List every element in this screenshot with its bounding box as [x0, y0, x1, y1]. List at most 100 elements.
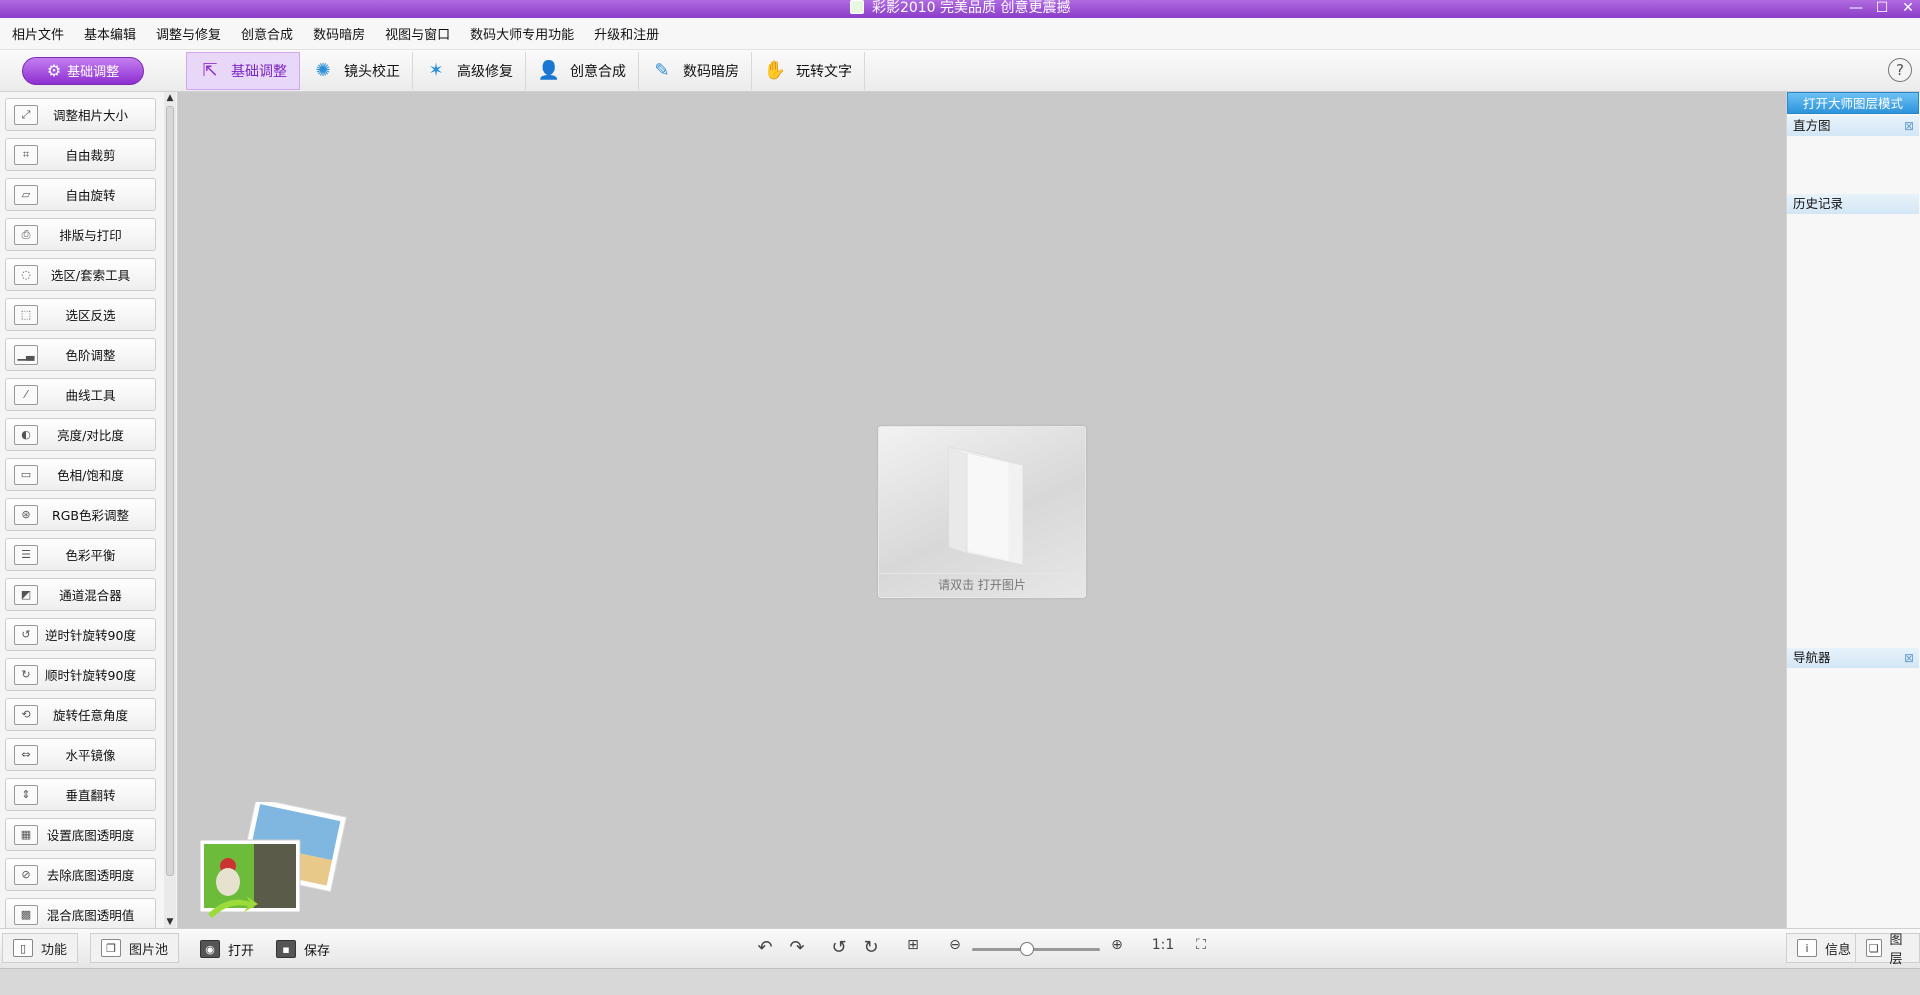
tool-rotate-any[interactable]: ⟲ 旋转任意角度 — [5, 698, 156, 731]
camera-icon: ◉ — [200, 940, 220, 958]
tool-flip-vertical[interactable]: ⇕ 垂直翻转 — [5, 778, 156, 811]
menu-view-window[interactable]: 视图与窗口 — [385, 24, 450, 43]
actual-size-button[interactable]: 1:1 — [1148, 937, 1178, 953]
master-layer-mode-button[interactable]: 打开大师图层模式 — [1787, 92, 1919, 114]
tool-curves[interactable]: ⁄ 曲线工具 — [5, 378, 156, 411]
tab-lens-correction[interactable]: ✺ 镜头校正 — [300, 51, 413, 90]
navigator-title: 导航器 — [1793, 650, 1831, 665]
person-icon: 👤 — [537, 60, 561, 81]
zoom-in-icon[interactable]: ⊕ — [1106, 937, 1128, 953]
tab-label: 基础调整 — [231, 63, 287, 80]
tool-rgb-color[interactable]: ⊛ RGB色彩调整 — [5, 498, 156, 531]
flip-icon: ⇕ — [14, 784, 38, 805]
mode-button[interactable]: ⚙ 基础调整 — [22, 56, 144, 85]
open-image-placeholder[interactable]: 请双击 打开图片 — [878, 426, 1086, 598]
tool-brightness-contrast[interactable]: ◐ 亮度/对比度 — [5, 418, 156, 451]
fit-screen-icon[interactable]: ⛶ — [1190, 937, 1212, 953]
photo-pool-tab[interactable]: ❐ 图片池 — [90, 933, 180, 963]
tool-selection-lasso[interactable]: ◌ 选区/套索工具 — [5, 258, 156, 291]
magic-wand-icon: ✶ — [428, 60, 444, 81]
lasso-icon: ◌ — [14, 264, 38, 285]
tool-mirror-horizontal[interactable]: ⇔ 水平镜像 — [5, 738, 156, 771]
tool-rotate-cw-90[interactable]: ↻ 顺时针旋转90度 — [5, 658, 156, 691]
menu-file[interactable]: 相片文件 — [12, 24, 64, 43]
rotate-ccw-icon: ↺ — [14, 624, 38, 645]
tool-resize[interactable]: ⤢ 调整相片大小 — [5, 98, 156, 131]
menu-basic-edit[interactable]: 基本编辑 — [84, 24, 136, 43]
zoom-out-icon[interactable]: ⊖ — [944, 937, 966, 953]
info-icon: i — [1797, 939, 1817, 957]
tool-invert-selection[interactable]: ⬚ 选区反选 — [5, 298, 156, 331]
tool-channel-mixer[interactable]: ◩ 通道混合器 — [5, 578, 156, 611]
navigator-panel-header: 导航器 ⊠ — [1787, 648, 1919, 668]
rotate-left-icon[interactable]: ↺ — [828, 937, 850, 958]
tool-hue-saturation[interactable]: ▭ 色相/饱和度 — [5, 458, 156, 491]
menu-master-functions[interactable]: 数码大师专用功能 — [470, 24, 574, 43]
open-hint: 请双击 打开图片 — [879, 573, 1085, 597]
help-button[interactable]: ? — [1888, 58, 1912, 82]
tab-label: 数码暗房 — [683, 63, 739, 80]
photo-pool-icon[interactable] — [198, 802, 348, 922]
save-button[interactable]: ▪ 保存 — [276, 937, 330, 961]
gears-icon: ⚙ — [46, 61, 62, 80]
crop-icon: ⌗ — [14, 144, 38, 165]
printer-icon: ⎙ — [14, 224, 38, 245]
tool-levels[interactable]: ▁▃ 色阶调整 — [5, 338, 156, 371]
close-icon[interactable]: ⊠ — [1904, 648, 1914, 668]
tool-mix-opacity[interactable]: ▩ 混合底图透明值 — [5, 898, 156, 931]
tab-basic-adjust[interactable]: ⇱ 基础调整 — [186, 51, 300, 90]
main-toolbar: ⚙ 基础调整 ⇱ 基础调整 ✺ 镜头校正 ✶ 高级修复 👤 创意合成 ✎ 数码暗… — [0, 50, 1920, 92]
window-title: 彩影2010 完美品质 创意更震撼 — [871, 0, 1071, 16]
tab-text-fun[interactable]: ✋ 玩转文字 — [752, 51, 865, 90]
compare-icon[interactable]: ⊞ — [902, 937, 924, 953]
close-icon[interactable]: ⊠ — [1904, 116, 1914, 136]
info-tab[interactable]: i 信息 — [1786, 933, 1863, 963]
undo-icon[interactable]: ↶ — [754, 937, 776, 958]
tool-color-balance[interactable]: ☰ 色彩平衡 — [5, 538, 156, 571]
tool-set-opacity[interactable]: ▦ 设置底图透明度 — [5, 818, 156, 851]
rotate-right-icon[interactable]: ↻ — [860, 937, 882, 958]
tool-rotate-ccw-90[interactable]: ↺ 逆时针旋转90度 — [5, 618, 156, 651]
menu-darkroom[interactable]: 数码暗房 — [313, 24, 365, 43]
menu-adjust-repair[interactable]: 调整与修复 — [156, 24, 221, 43]
channel-icon: ◩ — [14, 584, 38, 605]
zoom-slider-knob[interactable] — [1019, 942, 1034, 956]
sliders-icon: ☰ — [14, 544, 38, 565]
mirror-icon: ⇔ — [14, 744, 38, 765]
minimize-icon[interactable]: — — [1848, 0, 1864, 16]
maximize-icon[interactable]: ☐ — [1874, 0, 1890, 16]
tab-creative[interactable]: 👤 创意合成 — [526, 51, 639, 90]
tool-layout-print[interactable]: ⎙ 排版与打印 — [5, 218, 156, 251]
layers-tab[interactable]: ❏ 图层 — [1855, 933, 1920, 967]
scroll-up-icon[interactable]: ▲ — [164, 92, 176, 104]
menu-upgrade-register[interactable]: 升级和注册 — [594, 24, 659, 43]
menu-creative[interactable]: 创意合成 — [241, 24, 293, 43]
tool-free-rotate[interactable]: ▱ 自由旋转 — [5, 178, 156, 211]
open-button[interactable]: ◉ 打开 — [200, 937, 254, 961]
levels-icon: ▁▃ — [14, 344, 38, 365]
tool-panel-scrollbar[interactable]: ▲ ▼ — [164, 92, 176, 928]
open-folder-icon — [948, 446, 1024, 566]
scroll-thumb[interactable] — [166, 106, 174, 876]
tool-remove-opacity[interactable]: ⊘ 去除底图透明度 — [5, 858, 156, 891]
no-opacity-icon: ⊘ — [14, 864, 38, 885]
histogram-panel-header: 直方图 ⊠ — [1787, 116, 1919, 136]
curve-icon: ⁄ — [14, 384, 38, 405]
scroll-down-icon[interactable]: ▼ — [164, 916, 176, 928]
tab-label: 镜头校正 — [344, 63, 400, 80]
image-canvas[interactable]: 请双击 打开图片 — [178, 92, 1786, 928]
tab-darkroom[interactable]: ✎ 数码暗房 — [639, 51, 752, 90]
zoom-slider[interactable] — [972, 942, 1100, 956]
layers-icon: ❏ — [1866, 939, 1882, 957]
history-title: 历史记录 — [1793, 196, 1844, 211]
hand-icon: ✋ — [763, 60, 787, 81]
redo-icon[interactable]: ↷ — [786, 937, 808, 958]
tab-label: 创意合成 — [570, 63, 626, 80]
photos-icon: ❐ — [101, 939, 121, 957]
tool-free-crop[interactable]: ⌗ 自由裁剪 — [5, 138, 156, 171]
close-icon[interactable]: ✕ — [1900, 0, 1916, 16]
status-bar — [0, 968, 1920, 995]
function-tab[interactable]: ▯ 功能 — [2, 933, 79, 963]
window-controls: — ☐ ✕ — [1848, 0, 1916, 16]
tab-advanced-repair[interactable]: ✶ 高级修复 — [413, 51, 526, 90]
